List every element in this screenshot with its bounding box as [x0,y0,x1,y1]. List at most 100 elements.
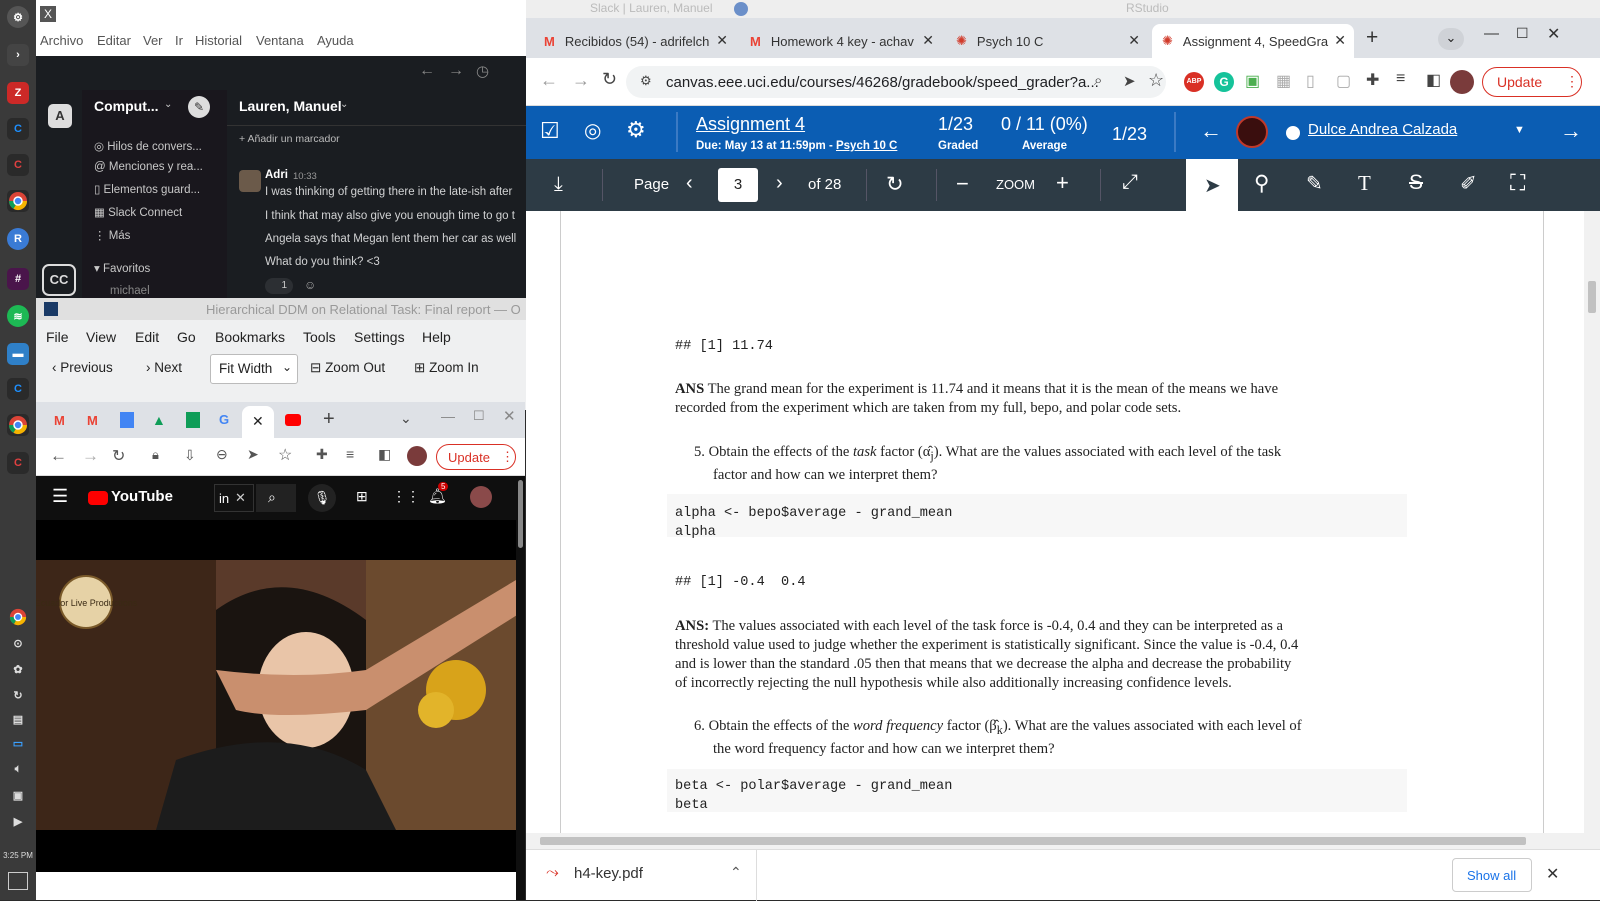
close-icon[interactable]: ✕ [716,32,728,49]
microphone-icon[interactable]: 🎙︎ [308,484,336,512]
apps-icon[interactable]: ⋮⋮ [392,488,420,505]
gmail-icon[interactable]: M [54,413,65,428]
drive-icon[interactable]: ▲ [152,412,166,428]
extensions-icon[interactable]: ✚ [316,446,328,463]
maximize-icon[interactable]: ☐ [1516,25,1529,42]
avatar[interactable] [470,486,492,508]
menu-ayuda[interactable]: Ayuda [317,33,354,48]
close-window-icon[interactable]: ✕ [1547,24,1560,44]
menu-archivo[interactable]: Archivo [40,33,83,48]
profile-avatar[interactable] [1450,70,1474,94]
extension-icon[interactable]: ▢ [1336,71,1351,91]
favorite-item[interactable]: michael [110,285,150,297]
sidepanel-icon[interactable]: ◧ [1426,70,1441,90]
close-icon[interactable]: ✕ [1128,32,1140,49]
create-icon[interactable]: ⊞ [356,488,368,505]
terminal-icon[interactable]: › [7,44,29,66]
menu-tools[interactable]: Tools [303,329,336,345]
settings-gear-icon[interactable]: ⚙ [626,117,646,143]
clear-search-icon[interactable]: ✕ [235,490,246,506]
profile-avatar[interactable] [407,446,427,466]
youtube-tab-icon[interactable] [285,414,301,426]
nav-saved[interactable]: ▯ Elementos guard... [94,182,200,196]
zoom-in-icon[interactable]: + [1056,170,1069,196]
extensions-icon[interactable]: ✚ [1366,70,1379,90]
menu-ver[interactable]: Ver [143,33,163,48]
message-author[interactable]: Adri [265,169,288,181]
adblock-icon[interactable]: ABP [1184,72,1204,92]
sheets-icon[interactable] [186,412,200,428]
workspace-name[interactable]: Comput... [94,98,159,114]
reload-icon[interactable]: ↻ [602,69,617,90]
tab-search-icon[interactable]: ⌄ [1438,28,1464,50]
favorites-section[interactable]: ▾ Favoritos [94,261,150,275]
star-icon[interactable]: ☆ [278,445,292,465]
menu-settings[interactable]: Settings [354,329,405,345]
close-window-icon[interactable]: ✕ [503,407,516,425]
draw-icon[interactable]: ✐ [1460,171,1477,196]
reaction-badge[interactable]: 1 [265,278,293,294]
scroll-thumb[interactable] [518,480,523,548]
document-viewer[interactable]: ## [1] 11.74 ANS The grand mean for the … [526,211,1600,833]
menu-edit[interactable]: Edit [135,329,159,345]
maximize-icon[interactable]: ☐ [473,408,485,424]
search-button[interactable]: ⌕ [256,484,296,512]
pin-icon[interactable]: ⚲ [1254,171,1269,196]
chrome-icon[interactable] [7,414,29,436]
compose-icon[interactable]: ✎ [188,96,210,118]
strikethrough-icon[interactable]: S [1409,171,1423,195]
menu-view[interactable]: View [86,329,116,345]
menu-historial[interactable]: Historial [195,33,242,48]
zoom-out-button[interactable]: ⊟ Zoom Out [310,360,385,376]
avatar[interactable] [239,170,261,192]
rstudio-icon[interactable]: C [7,452,29,474]
student-name-select[interactable]: Dulce Andrea Calzada [1308,121,1457,138]
install-icon[interactable]: ⇩ [184,447,196,464]
rstudio-icon[interactable]: C [7,118,29,140]
vertical-scrollbar[interactable] [1584,211,1600,833]
menu-go[interactable]: Go [177,329,196,345]
minimize-icon[interactable]: — [441,408,455,424]
nav-mentions[interactable]: @ Menciones y rea... [94,161,203,173]
close-icon[interactable]: ✕ [1546,864,1559,884]
slack-icon[interactable]: # [7,268,29,290]
chevron-down-icon[interactable]: ⌄ [340,99,348,110]
active-tab[interactable]: ✕ [242,406,274,438]
forward-arrow-icon[interactable]: → [448,62,464,80]
sidepanel-icon[interactable]: ◧ [378,446,391,463]
fit-width-select[interactable]: Fit Width ⌄ [210,354,298,384]
settings-icon[interactable]: ⚙ [7,6,29,28]
message-time[interactable]: 10:33 [293,171,317,182]
screen-icon[interactable]: ▣ [7,784,29,806]
grammarly-icon[interactable]: G [1214,72,1234,92]
youtube-logo-text[interactable]: YouTube [111,488,173,505]
assignment-title-link[interactable]: Assignment 4 [696,114,805,135]
scroll-thumb[interactable] [540,837,1526,845]
tab-speedgrader[interactable]: ✺ Assignment 4, SpeedGra ✕ [1152,24,1354,58]
previous-page-icon[interactable]: ‹ [686,172,693,195]
chevron-down-icon[interactable]: ▼ [1514,124,1525,136]
chat-icon[interactable]: ▭ [7,732,29,754]
rotate-icon[interactable]: ↻ [886,172,904,197]
send-icon[interactable]: ➤ [1123,72,1136,90]
media-player-icon[interactable]: ⊙ [7,632,29,654]
rstudio-icon[interactable]: C [7,378,29,400]
scroll-thumb[interactable] [1588,281,1596,313]
update-button[interactable]: Update ⋮ [436,444,516,470]
network-icon[interactable]: ✿ [7,658,29,680]
download-icon[interactable]: ⤓ [554,173,563,196]
search-input[interactable]: in ✕ [214,484,254,512]
rstudio-icon[interactable]: C [7,154,29,176]
menu-ir[interactable]: Ir [175,33,183,48]
google-icon[interactable]: G [219,412,229,427]
clipboard-icon[interactable]: ▤ [7,708,29,730]
close-icon[interactable]: ✕ [922,32,934,49]
fullscreen-icon[interactable]: ⤢ [1122,171,1138,194]
page-number-input[interactable]: 3 [718,168,758,202]
back-arrow-icon[interactable]: ← [50,446,67,466]
site-info-icon[interactable]: ⚙ [640,73,652,89]
select-tool[interactable]: ➤ [1186,159,1238,211]
download-file-name[interactable]: h4-key.pdf [574,865,643,882]
text-tool-icon[interactable]: T [1358,171,1371,196]
docs-icon[interactable] [120,412,134,428]
